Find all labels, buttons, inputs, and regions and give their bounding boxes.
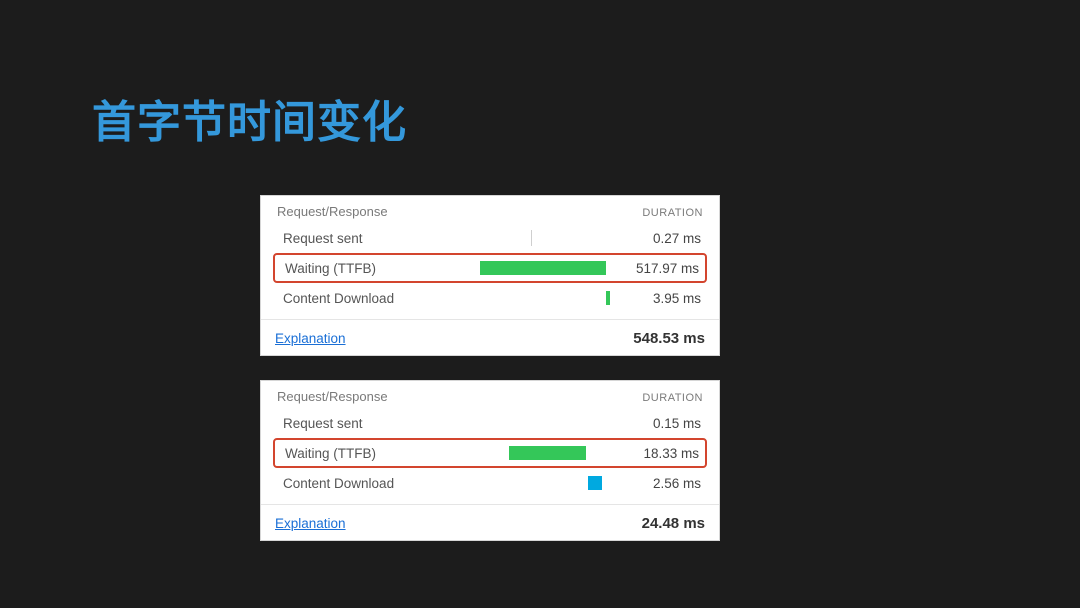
panel-footer: Explanation 548.53 ms xyxy=(261,320,719,355)
explanation-link[interactable]: Explanation xyxy=(275,331,346,346)
highlight-ttfb: Waiting (TTFB) 517.97 ms xyxy=(273,253,707,283)
timing-row-ttfb: Waiting (TTFB) 18.33 ms xyxy=(277,440,703,466)
bar-tick-icon xyxy=(588,476,602,490)
row-label: Waiting (TTFB) xyxy=(277,261,465,276)
total-duration: 548.53 ms xyxy=(633,330,705,347)
bar-separator-icon xyxy=(531,230,532,246)
header-left: Request/Response xyxy=(277,389,388,404)
timing-panel-after: Request/Response DURATION Request sent 0… xyxy=(260,380,720,541)
row-bar xyxy=(465,257,613,279)
panel-header: Request/Response DURATION xyxy=(275,202,705,225)
row-bar xyxy=(463,227,615,249)
row-label: Content Download xyxy=(275,476,463,491)
slide-title: 首字节时间变化 xyxy=(92,86,407,150)
row-bar xyxy=(463,472,615,494)
bar-tick-icon xyxy=(606,291,610,305)
slide: 首字节时间变化 Request/Response DURATION Reques… xyxy=(0,0,1080,608)
row-label: Content Download xyxy=(275,291,463,306)
row-value: 0.15 ms xyxy=(615,416,705,431)
panel-footer: Explanation 24.48 ms xyxy=(261,505,719,540)
row-label: Waiting (TTFB) xyxy=(277,446,465,461)
row-bar xyxy=(465,442,613,464)
row-label: Request sent xyxy=(275,231,463,246)
panel-header: Request/Response DURATION xyxy=(275,387,705,410)
row-bar xyxy=(463,287,615,309)
timing-panels: Request/Response DURATION Request sent 0… xyxy=(260,195,720,565)
header-right: DURATION xyxy=(642,392,703,404)
timing-panel-before: Request/Response DURATION Request sent 0… xyxy=(260,195,720,356)
header-left: Request/Response xyxy=(277,204,388,219)
highlight-ttfb: Waiting (TTFB) 18.33 ms xyxy=(273,438,707,468)
row-value: 0.27 ms xyxy=(615,231,705,246)
timing-row-request-sent: Request sent 0.15 ms xyxy=(275,410,705,436)
row-label: Request sent xyxy=(275,416,463,431)
header-right: DURATION xyxy=(642,207,703,219)
timing-row-ttfb: Waiting (TTFB) 517.97 ms xyxy=(277,255,703,281)
timing-row-request-sent: Request sent 0.27 ms xyxy=(275,225,705,251)
total-duration: 24.48 ms xyxy=(642,515,705,532)
row-value: 517.97 ms xyxy=(613,261,703,276)
explanation-link[interactable]: Explanation xyxy=(275,516,346,531)
bar-fill-icon xyxy=(509,446,586,460)
row-bar xyxy=(463,412,615,434)
timing-row-content-download: Content Download 2.56 ms xyxy=(275,470,705,496)
row-value: 2.56 ms xyxy=(615,476,705,491)
bar-fill-icon xyxy=(480,261,606,275)
row-value: 3.95 ms xyxy=(615,291,705,306)
row-value: 18.33 ms xyxy=(613,446,703,461)
timing-row-content-download: Content Download 3.95 ms xyxy=(275,285,705,311)
